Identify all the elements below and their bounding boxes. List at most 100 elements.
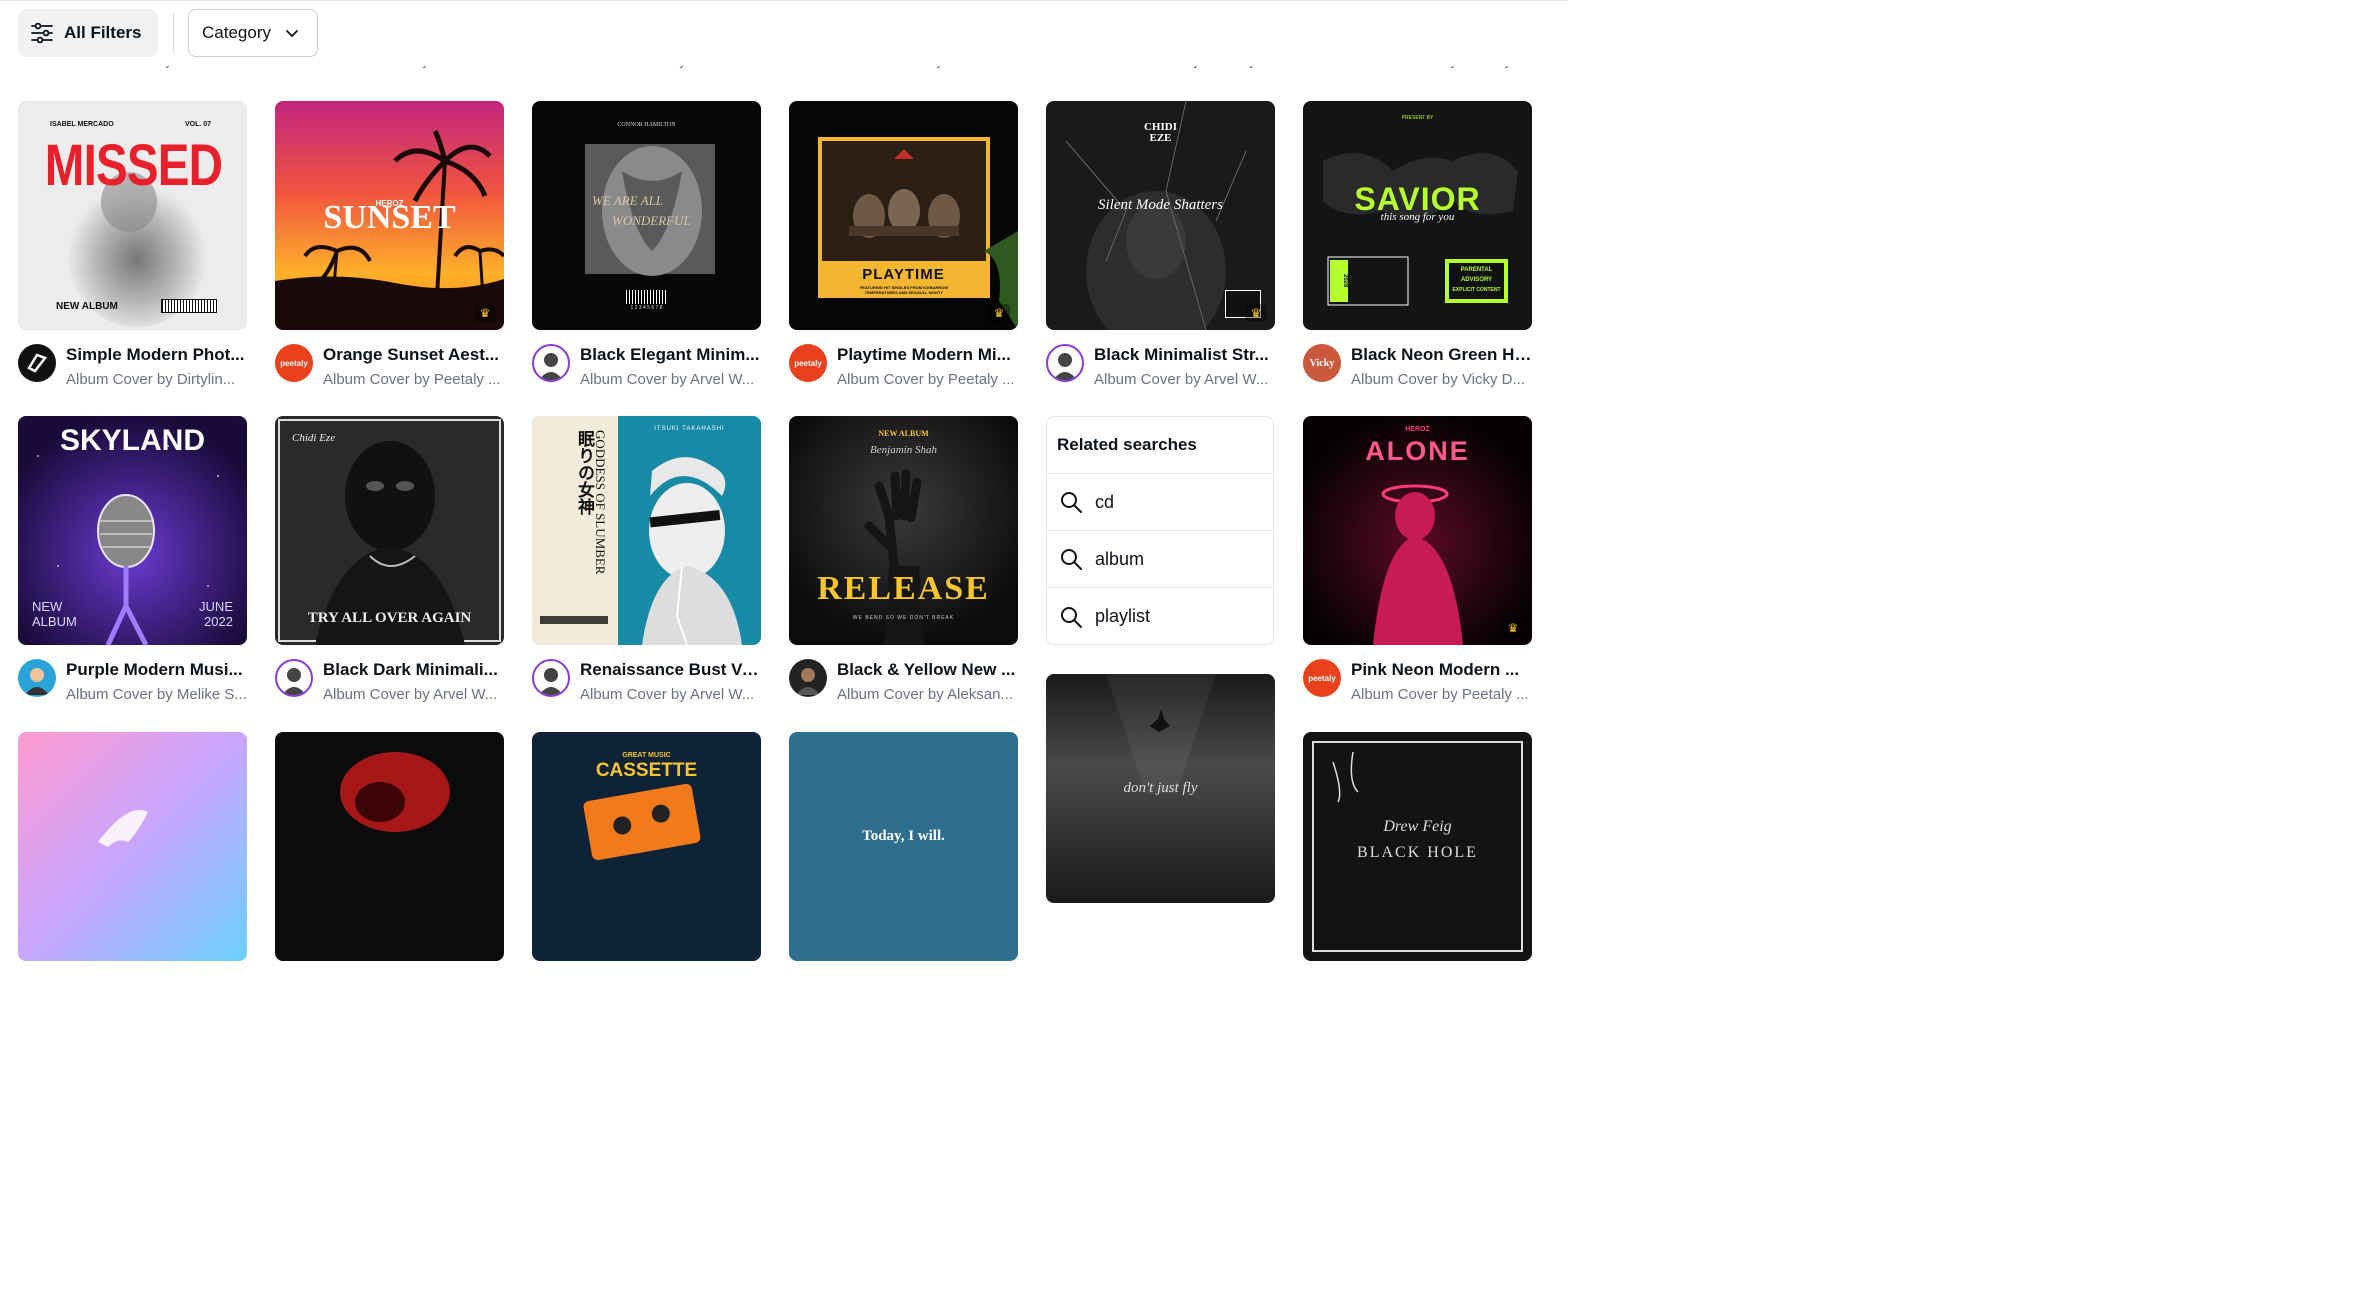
creator-avatar[interactable]	[275, 659, 313, 697]
template-meta: peetaly Orange Sunset Aest... Album Cove…	[275, 342, 504, 392]
template-thumbnail[interactable]: PLAYTIME FEATURING HIT SINGLES FROM ICEB…	[789, 101, 1018, 330]
cover-headline: TRY ALL OVER AGAIN	[307, 610, 472, 626]
related-search-item[interactable]: album	[1047, 531, 1273, 588]
cover-text: Drew Feig	[1383, 818, 1452, 835]
template-creator[interactable]: Album Cover by Arvel W...	[580, 371, 762, 388]
all-filters-button[interactable]: All Filters	[18, 9, 158, 57]
creator-avatar[interactable]	[18, 659, 56, 697]
premium-crown-icon: ♛	[1502, 619, 1524, 637]
template-meta: peetaly Playtime Modern Mi... Album Cove…	[789, 342, 1018, 392]
cover-headline: PLAYTIME	[862, 266, 945, 283]
creator-avatar[interactable]	[532, 344, 570, 382]
cover-text: PRESENT BY	[1401, 115, 1434, 121]
related-search-label: cd	[1095, 491, 1115, 512]
template-title[interactable]: Black Neon Green Hi...	[1351, 345, 1533, 365]
related-search-item[interactable]: cd	[1047, 474, 1273, 531]
template-creator[interactable]: Album Cover by Peetaly ...	[323, 371, 505, 388]
template-creator[interactable]: Album Cover by Melike S...	[66, 686, 248, 703]
template-thumbnail[interactable]: NEW ALBUM Benjamin Shah RELEASE WE BEND …	[789, 416, 1018, 645]
template-creator[interactable]: Album Cover by Aleksan...	[837, 686, 1019, 703]
template-meta: Vicky Black Neon Green Hi... Album Cover…	[1303, 342, 1533, 392]
search-icon	[1061, 492, 1082, 513]
creator-avatar[interactable]	[789, 659, 827, 697]
template-thumbnail[interactable]: HEROZ ALONE ♛	[1303, 416, 1532, 645]
premium-crown-icon: ♛	[474, 304, 496, 322]
filter-bar: All Filters Category	[0, 0, 1568, 66]
cover-text: NEW ALBUM	[878, 429, 929, 438]
template-title[interactable]: Black Dark Minimali...	[323, 660, 505, 680]
cover-text: ITSUKI TAKAHASHI	[654, 426, 725, 432]
cover-line: ALBUM	[32, 614, 77, 629]
creator-avatar[interactable]	[532, 659, 570, 697]
template-thumbnail[interactable]: don't just fly	[1046, 674, 1275, 903]
filter-divider	[173, 13, 174, 53]
template-meta: peetaly Pink Neon Modern ... Album Cover…	[1303, 657, 1532, 707]
template-thumbnail[interactable]: Chidi Eze TRY ALL OVER AGAIN	[275, 416, 504, 645]
template-title[interactable]: Orange Sunset Aest...	[323, 345, 505, 365]
cover-text: 2028	[1330, 260, 1348, 302]
creator-avatar[interactable]	[1046, 344, 1084, 382]
template-thumbnail[interactable]: ITSUKI TAKAHASHI 眠りの女神 GODDESS OF SLUMBE…	[532, 416, 761, 645]
template-thumbnail[interactable]	[275, 732, 504, 961]
template-thumbnail[interactable]: CHIDI EZE Silent Mode Shatters ♛	[1046, 101, 1275, 330]
template-title[interactable]: Pink Neon Modern ...	[1351, 660, 1533, 680]
cover-headline: don't just fly	[1123, 780, 1198, 796]
template-thumbnail[interactable]: HEROZ SUNSET ♛	[275, 101, 504, 330]
search-icon	[1061, 606, 1082, 628]
badge-line: EXPLICIT CONTENT	[1452, 287, 1501, 293]
template-meta: Simple Modern Phot... Album Cover by Dir…	[18, 342, 247, 392]
template-thumbnail[interactable]: Today, I will.	[789, 732, 1018, 961]
template-thumbnail[interactable]: GREAT MUSIC CASSETTE	[532, 732, 761, 961]
template-thumbnail[interactable]: Drew Feig BLACK HOLE	[1303, 732, 1532, 961]
template-creator[interactable]: Album Cover by Vicky D...	[1351, 371, 1533, 388]
cover-text: GREAT MUSIC	[622, 752, 671, 759]
premium-crown-icon: ♛	[988, 304, 1010, 322]
creator-avatar[interactable]: peetaly	[789, 344, 827, 382]
category-dropdown[interactable]: Category	[188, 9, 318, 57]
cover-text: JUNE 2022	[199, 599, 233, 629]
creator-avatar[interactable]: peetaly	[1303, 659, 1341, 697]
cover-headline: ALONE	[1365, 436, 1470, 466]
cover-text: NEW ALBUM	[32, 599, 77, 629]
cover-text: WONDERFUL	[612, 213, 691, 228]
template-thumbnail[interactable]: SKYLAND NEW ALBUM JUNE 2022	[18, 416, 247, 645]
cover-text: FEATURING HIT SINGLES FROM ICEBARROW TEM…	[859, 285, 949, 295]
template-title[interactable]: Simple Modern Phot...	[66, 345, 248, 365]
cover-text: GODDESS OF SLUMBER	[593, 430, 608, 575]
cover-headline: SUNSET	[323, 199, 456, 236]
template-meta: Purple Modern Musi... Album Cover by Mel…	[18, 657, 247, 707]
template-thumbnail[interactable]	[18, 732, 247, 961]
template-creator[interactable]: Album Cover by Peetaly ...	[1351, 686, 1533, 703]
creator-avatar[interactable]: Vicky	[1303, 344, 1341, 382]
template-creator[interactable]: Album Cover by Peetaly ...	[837, 371, 1019, 388]
template-title[interactable]: Black & Yellow New ...	[837, 660, 1019, 680]
all-filters-label: All Filters	[64, 23, 142, 42]
cover-text: VOL. 07	[185, 121, 212, 128]
cover-headline: SKYLAND	[59, 424, 205, 457]
related-search-item[interactable]: playlist	[1047, 588, 1273, 644]
template-title[interactable]: Playtime Modern Mi...	[837, 345, 1019, 365]
cover-headline: BLACK HOLE	[1357, 844, 1478, 861]
cover-text: HEROZ	[1405, 426, 1430, 433]
cover-text: CONNOR HAMILTON	[617, 122, 676, 128]
creator-avatar[interactable]	[18, 344, 56, 382]
template-creator[interactable]: Album Cover by Arvel W...	[1094, 371, 1276, 388]
template-creator[interactable]: Album Cover by Arvel W...	[323, 686, 505, 703]
template-title[interactable]: Renaissance Bust Va...	[580, 660, 762, 680]
template-title[interactable]: Black Elegant Minim...	[580, 345, 762, 365]
cover-line: 2022	[204, 614, 233, 629]
barcode-icon	[626, 290, 666, 304]
search-icon	[1061, 549, 1082, 570]
creator-avatar[interactable]: peetaly	[275, 344, 313, 382]
template-meta: Black Elegant Minim... Album Cover by Ar…	[532, 342, 761, 392]
cover-text: ISABEL MERCADO	[50, 121, 114, 128]
template-title[interactable]: Purple Modern Musi...	[66, 660, 248, 680]
template-creator[interactable]: Album Cover by Dirtylin...	[66, 371, 248, 388]
related-search-label: album	[1095, 548, 1145, 569]
template-thumbnail[interactable]: CONNOR HAMILTON WE ARE ALL WONDERFUL 1 2…	[532, 101, 761, 330]
template-creator[interactable]: Album Cover by Arvel W...	[580, 686, 762, 703]
badge-line: ADVISORY	[1460, 277, 1493, 283]
template-thumbnail[interactable]: ISABEL MERCADO VOL. 07 MISSED NEW ALBUM	[18, 101, 247, 330]
template-title[interactable]: Black Minimalist Str...	[1094, 345, 1276, 365]
template-thumbnail[interactable]: PRESENT BY SAVIOR this song for you 2028…	[1303, 101, 1532, 330]
